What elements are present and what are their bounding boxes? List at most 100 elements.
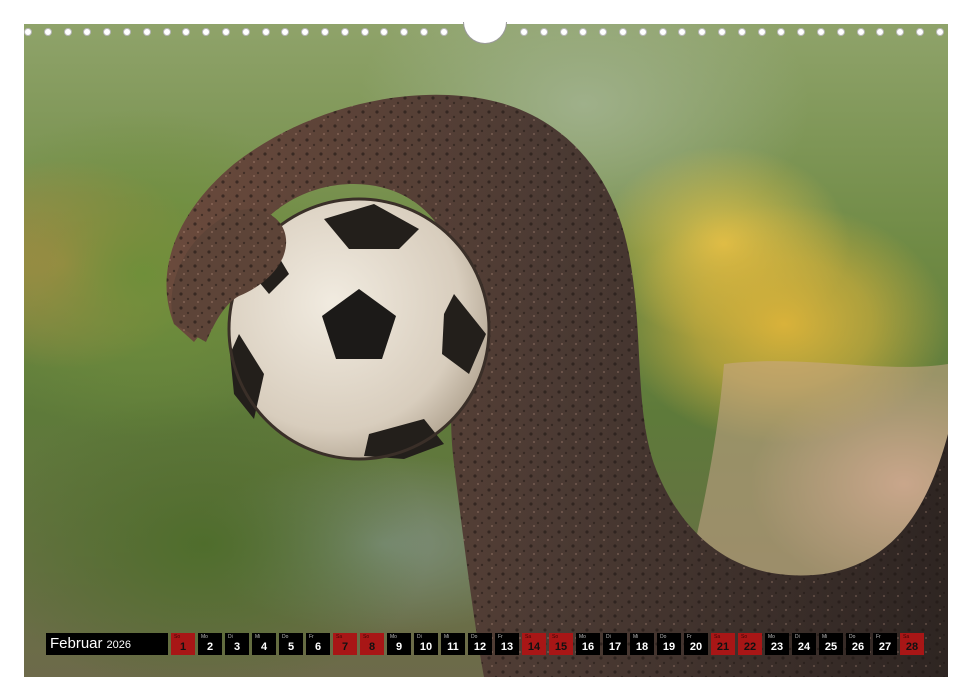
binding-hole <box>43 28 52 36</box>
day-number: 1 <box>179 641 187 653</box>
day-cell: Mo 23 <box>765 633 789 655</box>
day-number: 15 <box>554 641 568 653</box>
day-cell: Di 10 <box>414 633 438 655</box>
day-number: 19 <box>662 641 676 653</box>
binding-hole <box>439 28 448 36</box>
day-number: 14 <box>527 641 541 653</box>
day-number: 4 <box>260 641 268 653</box>
month-name: Februar <box>50 635 103 652</box>
day-number: 28 <box>905 641 919 653</box>
day-cell: Fr 13 <box>495 633 519 655</box>
binding-hole <box>737 28 746 36</box>
day-cell: Mo 2 <box>198 633 222 655</box>
day-cell: Mi 25 <box>819 633 843 655</box>
binding-hole <box>817 28 825 36</box>
binding-hole <box>182 28 191 36</box>
binding-hole <box>678 28 687 36</box>
binding-hole <box>222 28 230 36</box>
day-number: 8 <box>368 641 376 653</box>
day-number: 16 <box>581 641 595 653</box>
day-number: 21 <box>716 641 730 653</box>
day-cell: Sa 21 <box>711 633 735 655</box>
day-number: 7 <box>341 641 349 653</box>
day-cell: So 1 <box>171 633 195 655</box>
day-number: 11 <box>447 641 459 653</box>
binding-hole <box>777 28 786 36</box>
binding-hole <box>876 28 885 36</box>
day-number: 12 <box>473 641 487 653</box>
binding-hole <box>63 28 72 36</box>
binding-hole <box>539 28 548 36</box>
day-cell: Di 24 <box>792 633 816 655</box>
binding-hole <box>757 28 766 36</box>
binding-hole <box>241 28 250 36</box>
binding-hole <box>619 28 627 36</box>
binding-hole <box>579 28 588 36</box>
day-number: 17 <box>608 641 622 653</box>
month-label-box: Februar 2026 <box>46 633 168 655</box>
binding-hole <box>380 28 389 36</box>
day-cells: So 1 Mo 2 Di 3 Mi 4 Do 5 Fr 6 Sa 7 So 8 Mo 9 Di 10 Mi 11 Do 12 F… <box>171 633 927 655</box>
binding-hole <box>638 28 647 36</box>
day-cell: Di 3 <box>225 633 249 655</box>
binding-hole <box>658 28 667 36</box>
day-cell: Mi 4 <box>252 633 276 655</box>
binding-hole <box>916 28 924 36</box>
day-number: 22 <box>743 641 757 653</box>
day-cell: Sa 7 <box>333 633 357 655</box>
day-cell: Fr 6 <box>306 633 330 655</box>
month-year: 2026 <box>106 639 132 651</box>
binding-hole <box>301 28 310 36</box>
binding-hole <box>797 28 806 36</box>
binding-hole <box>599 28 608 36</box>
day-number: 13 <box>500 641 514 653</box>
binding-hole <box>856 28 865 36</box>
day-cell: Sa 14 <box>522 633 546 655</box>
binding-hole <box>520 28 528 36</box>
day-cell: Mi 18 <box>630 633 654 655</box>
day-cell: Mo 16 <box>576 633 600 655</box>
day-number: 9 <box>395 641 403 653</box>
binding-hole <box>559 28 568 36</box>
day-cell: Fr 27 <box>873 633 897 655</box>
binding-hole <box>162 28 171 36</box>
binding-hole <box>935 28 944 36</box>
binding-hole <box>321 28 329 36</box>
day-cell: Do 12 <box>468 633 492 655</box>
day-cell: So 22 <box>738 633 762 655</box>
day-number: 5 <box>287 641 295 653</box>
binding-hole <box>340 28 349 36</box>
binding-hole <box>123 28 131 36</box>
day-cell: Mi 11 <box>441 633 465 655</box>
binding-hole <box>360 28 369 36</box>
month-date-strip: Februar 2026 So 1 Mo 2 Di 3 Mi 4 Do 5 Fr 6 Sa 7 So 8 Mo 9… <box>46 633 927 655</box>
day-cell: Fr 20 <box>684 633 708 655</box>
binding-hole <box>896 28 905 36</box>
day-number: 3 <box>233 641 241 653</box>
calendar-page: Februar 2026 So 1 Mo 2 Di 3 Mi 4 Do 5 Fr 6 Sa 7 So 8 Mo 9… <box>0 0 971 700</box>
photo-illustration <box>166 94 948 677</box>
day-cell: So 8 <box>360 633 384 655</box>
day-number: 18 <box>635 641 649 653</box>
binding-hole <box>836 28 845 36</box>
elephant-trunk-photo <box>24 24 948 677</box>
day-cell: Di 17 <box>603 633 627 655</box>
day-cell: Sa 28 <box>900 633 924 655</box>
binding-hole <box>103 28 112 36</box>
day-number: 26 <box>851 641 865 653</box>
day-number: 24 <box>797 641 811 653</box>
binding-hole <box>698 28 707 36</box>
binding-hole <box>24 28 32 36</box>
day-number: 25 <box>824 641 838 653</box>
day-number: 10 <box>419 641 433 653</box>
day-number: 20 <box>689 641 703 653</box>
day-number: 23 <box>770 641 784 653</box>
binding-hole <box>202 28 211 36</box>
day-cell: Do 19 <box>657 633 681 655</box>
binding-hole <box>261 28 270 36</box>
day-cell: Do 5 <box>279 633 303 655</box>
binding-hole <box>83 28 92 36</box>
day-number: 6 <box>314 641 322 653</box>
binding-hole <box>281 28 290 36</box>
day-cell: So 15 <box>549 633 573 655</box>
